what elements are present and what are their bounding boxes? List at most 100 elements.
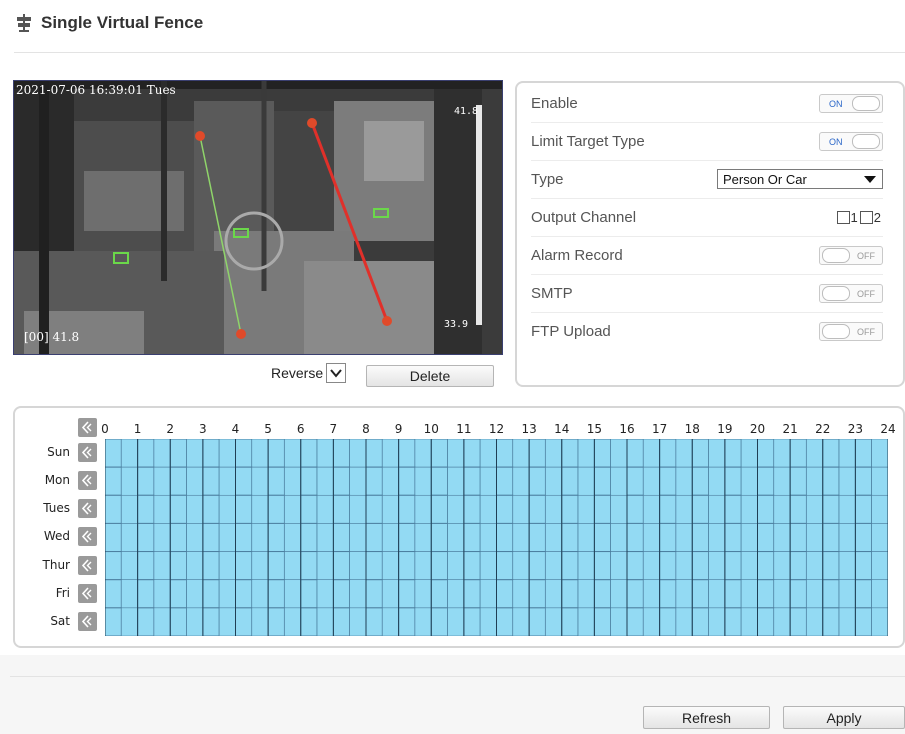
- schedule-cell[interactable]: [479, 523, 497, 552]
- schedule-cell[interactable]: [610, 494, 628, 524]
- schedule-cell[interactable]: [430, 607, 449, 636]
- schedule-cell[interactable]: [267, 494, 285, 524]
- schedule-cell[interactable]: [528, 494, 546, 524]
- delete-button[interactable]: Delete: [366, 365, 494, 387]
- schedule-cell[interactable]: [708, 439, 726, 468]
- schedule-cell[interactable]: [512, 579, 530, 609]
- schedule-cell[interactable]: [740, 607, 758, 636]
- schedule-cell[interactable]: [496, 494, 514, 524]
- reverse-checkbox[interactable]: [326, 363, 347, 383]
- schedule-cell[interactable]: [202, 439, 220, 468]
- schedule-cell[interactable]: [545, 551, 563, 581]
- schedule-cell[interactable]: [822, 579, 840, 609]
- schedule-cell[interactable]: [822, 494, 840, 524]
- schedule-cell[interactable]: [105, 466, 122, 496]
- schedule-cell[interactable]: [332, 579, 351, 609]
- schedule-cell[interactable]: [153, 494, 171, 524]
- schedule-cell[interactable]: [740, 466, 758, 496]
- schedule-cell[interactable]: [545, 579, 563, 609]
- schedule-cell[interactable]: [675, 607, 693, 636]
- schedule-cell[interactable]: [218, 551, 236, 581]
- schedule-cell[interactable]: [659, 439, 677, 468]
- schedule-cell[interactable]: [235, 579, 253, 609]
- schedule-cell[interactable]: [757, 522, 775, 553]
- schedule-cell[interactable]: [202, 522, 220, 553]
- schedule-cell[interactable]: [610, 579, 628, 609]
- schedule-cell[interactable]: [757, 607, 775, 636]
- day-toggle-button-wed[interactable]: [78, 527, 97, 547]
- schedule-cell[interactable]: [267, 607, 285, 636]
- schedule-cell[interactable]: [398, 522, 416, 553]
- schedule-cell[interactable]: [300, 494, 318, 524]
- schedule-cell[interactable]: [675, 466, 693, 496]
- schedule-cell[interactable]: [545, 607, 563, 636]
- schedule-cell[interactable]: [708, 523, 726, 552]
- schedule-cell[interactable]: [186, 439, 204, 468]
- schedule-cell[interactable]: [430, 494, 449, 524]
- schedule-cell[interactable]: [610, 551, 628, 581]
- output-channel-2-checkbox[interactable]: [859, 211, 873, 224]
- schedule-cell[interactable]: [789, 579, 807, 609]
- schedule-cell[interactable]: [365, 466, 383, 496]
- schedule-cell[interactable]: [806, 579, 824, 609]
- schedule-cell[interactable]: [577, 439, 595, 468]
- schedule-cell[interactable]: [300, 579, 318, 609]
- schedule-cell[interactable]: [137, 607, 155, 636]
- schedule-cell[interactable]: [691, 607, 710, 636]
- schedule-cell[interactable]: [561, 494, 579, 524]
- schedule-cell[interactable]: [512, 466, 530, 496]
- schedule-cell[interactable]: [871, 607, 888, 636]
- schedule-cell[interactable]: [186, 551, 204, 581]
- schedule-cell[interactable]: [626, 607, 644, 636]
- schedule-cell[interactable]: [593, 607, 612, 636]
- schedule-cell[interactable]: [447, 579, 465, 609]
- schedule-cell[interactable]: [186, 607, 204, 636]
- schedule-cell[interactable]: [854, 466, 873, 496]
- schedule-cell[interactable]: [251, 607, 269, 636]
- schedule-cell[interactable]: [479, 607, 497, 636]
- schedule-cell[interactable]: [414, 466, 432, 496]
- schedule-cell[interactable]: [724, 439, 742, 468]
- schedule-cell[interactable]: [545, 523, 563, 552]
- schedule-cell[interactable]: [643, 494, 660, 524]
- schedule-cell[interactable]: [332, 551, 351, 581]
- schedule-cell[interactable]: [561, 522, 579, 553]
- schedule-cell[interactable]: [610, 523, 628, 552]
- schedule-cell[interactable]: [479, 439, 497, 468]
- schedule-cell[interactable]: [773, 607, 791, 636]
- schedule-cell[interactable]: [447, 607, 465, 636]
- schedule-cell[interactable]: [365, 522, 383, 553]
- schedule-cell[interactable]: [773, 494, 791, 524]
- schedule-cell[interactable]: [153, 523, 171, 552]
- schedule-cell[interactable]: [757, 439, 775, 468]
- day-toggle-button-tues[interactable]: [78, 499, 97, 519]
- schedule-cell[interactable]: [708, 466, 726, 496]
- schedule-cell[interactable]: [806, 551, 824, 581]
- schedule-cell[interactable]: [822, 607, 840, 636]
- schedule-cell[interactable]: [626, 522, 644, 553]
- schedule-cell[interactable]: [137, 494, 155, 524]
- schedule-cell[interactable]: [284, 439, 302, 468]
- schedule-cell[interactable]: [773, 439, 791, 468]
- schedule-cell[interactable]: [724, 579, 742, 609]
- schedule-cell[interactable]: [528, 551, 546, 581]
- schedule-cell[interactable]: [659, 494, 677, 524]
- day-toggle-button-sat[interactable]: [78, 611, 97, 631]
- schedule-cell[interactable]: [822, 466, 840, 496]
- schedule-cell[interactable]: [398, 466, 416, 496]
- schedule-cell[interactable]: [659, 579, 677, 609]
- schedule-cell[interactable]: [512, 607, 530, 636]
- schedule-cell[interactable]: [267, 579, 285, 609]
- schedule-cell[interactable]: [691, 551, 710, 581]
- day-toggle-button-mon[interactable]: [78, 471, 97, 491]
- schedule-cell[interactable]: [332, 466, 351, 496]
- schedule-cell[interactable]: [169, 579, 188, 609]
- schedule-cell[interactable]: [349, 466, 367, 496]
- schedule-cell[interactable]: [235, 551, 253, 581]
- schedule-cell[interactable]: [447, 523, 465, 552]
- schedule-cell[interactable]: [121, 579, 138, 609]
- schedule-cell[interactable]: [789, 466, 807, 496]
- schedule-cell[interactable]: [447, 551, 465, 581]
- schedule-cell[interactable]: [626, 579, 644, 609]
- schedule-cell[interactable]: [691, 522, 710, 553]
